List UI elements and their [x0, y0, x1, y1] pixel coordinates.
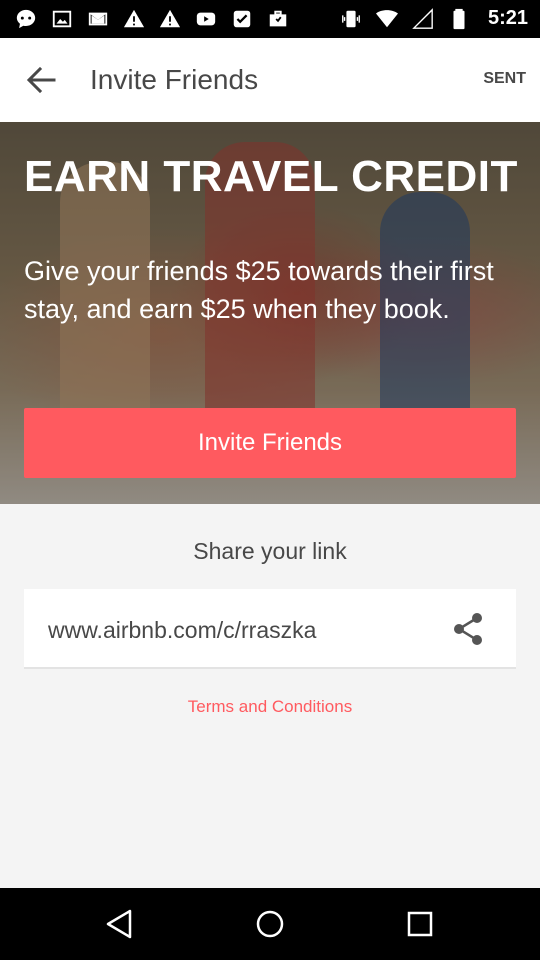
terms-and-conditions-link[interactable]: Terms and Conditions [0, 697, 540, 717]
youtube-icon [194, 8, 218, 30]
share-link-card: www.airbnb.com/c/rraszka [24, 589, 516, 669]
warning-icon [158, 8, 182, 30]
warning-icon [122, 8, 146, 30]
wifi-icon [375, 9, 398, 27]
system-status: 5:21 [340, 7, 528, 30]
hero-heading: EARN TRAVEL CREDIT [24, 152, 518, 201]
app-bar: Invite Friends SENT [0, 38, 540, 122]
invite-friends-button[interactable]: Invite Friends [24, 408, 516, 478]
sent-button[interactable]: SENT [483, 70, 526, 88]
gmail-icon [86, 8, 110, 30]
signal-icon [412, 7, 433, 29]
battery-icon [453, 8, 465, 29]
home-circle-icon[interactable] [254, 908, 286, 940]
navigation-bar [0, 888, 540, 960]
share-heading: Share your link [193, 538, 347, 564]
vibrate-icon [342, 10, 360, 27]
notification-icons [14, 8, 290, 30]
share-icon[interactable] [450, 611, 486, 647]
briefcase-icon [266, 8, 290, 30]
back-arrow-icon[interactable] [26, 66, 56, 94]
hero-banner: EARN TRAVEL CREDIT Give your friends $25… [0, 122, 540, 504]
page-title: Invite Friends [90, 64, 259, 95]
task-check-icon [230, 8, 254, 30]
clock: 5:21 [487, 7, 528, 29]
hero-subtitle: Give your friends $25 towards their firs… [24, 256, 494, 324]
status-bar: 5:21 [0, 0, 540, 38]
recents-square-icon[interactable] [404, 908, 436, 940]
image-icon [50, 8, 74, 30]
chat-icon [14, 8, 38, 30]
referral-link[interactable]: www.airbnb.com/c/rraszka [48, 617, 316, 644]
back-triangle-icon[interactable] [104, 908, 136, 940]
